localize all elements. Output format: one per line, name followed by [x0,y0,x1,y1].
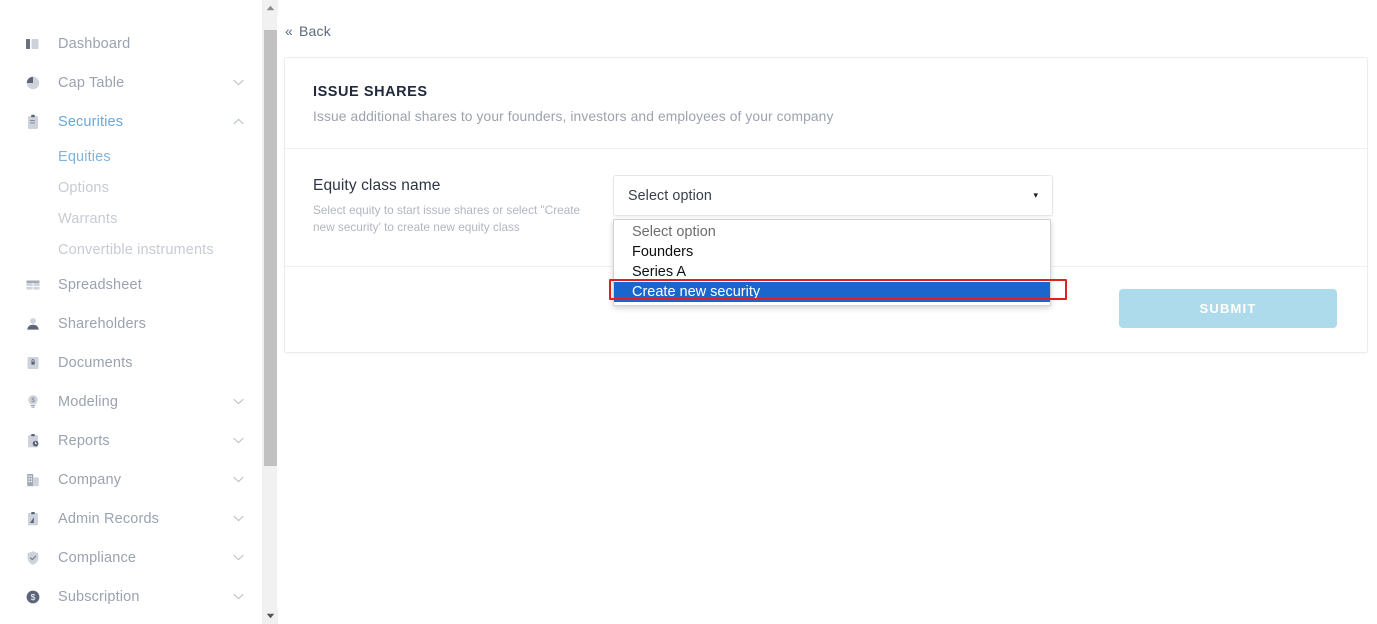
sidebar-item-compliance[interactable]: Compliance [0,538,262,577]
sidebar-item-label: Cap Table [58,74,125,91]
svg-text:$: $ [30,592,35,602]
double-chevron-left-icon: « [285,23,293,39]
chevron-down-icon[interactable] [232,513,244,525]
sidebar-item-label: Compliance [58,549,137,566]
sidebar-item-label: Securities [58,113,124,130]
equity-class-hint: Select equity to start issue shares or s… [313,203,581,234]
sidebar-item-spreadsheet[interactable]: Spreadsheet [0,265,262,304]
card-header-section: ISSUE SHARES Issue additional shares to … [285,58,1367,149]
main-content: « Back ISSUE SHARES Issue additional sha… [262,0,1377,624]
dropdown-option-founders[interactable]: Founders [614,242,1050,262]
clipboard-icon [24,113,41,130]
equity-class-label-group: Equity class name Select equity to start… [313,175,613,236]
user-icon [24,315,41,332]
sidebar-item-label: Modeling [58,393,119,410]
sidebar-item-company[interactable]: Company [0,460,262,499]
document-lock-icon [24,354,41,371]
sidebar-subitem-options[interactable]: Options [0,172,262,203]
issue-shares-card: ISSUE SHARES Issue additional shares to … [284,57,1368,353]
dashboard-icon [24,35,41,52]
dropdown-option-create-new-security[interactable]: Create new security [614,282,1050,302]
back-row: « Back [284,0,1377,40]
equity-class-control-group: Select option ▾ Select option Founders S… [609,175,1339,306]
equity-class-form-row: Equity class name Select equity to start… [285,149,1367,306]
chevron-down-icon[interactable] [232,396,244,408]
dropdown-option-series-a[interactable]: Series A [614,262,1050,282]
sidebar-item-label: Documents [58,354,133,371]
sidebar-item-modeling[interactable]: $ Modeling [0,382,262,421]
chevron-down-icon: ▾ [1033,190,1038,200]
sidebar-item-subscription[interactable]: $ Subscription [0,577,262,616]
chevron-down-icon[interactable] [232,474,244,486]
chevron-down-icon[interactable] [232,591,244,603]
back-button[interactable]: « Back [285,23,331,39]
sidebar-item-label: Dashboard [58,35,131,52]
sidebar-item-label: Subscription [58,588,140,605]
scroll-down-arrow-icon[interactable] [263,608,278,624]
chevron-down-icon[interactable] [232,435,244,447]
equity-class-select-value: Select option [628,187,712,204]
sidebar-item-shareholders[interactable]: Shareholders [0,304,262,343]
sidebar-item-label: Spreadsheet [58,276,142,293]
sidebar-subitem-convertible-instruments[interactable]: Convertible instruments [0,234,262,265]
chevron-down-icon[interactable] [232,552,244,564]
sidebar-subitem-equities[interactable]: Equities [0,141,262,172]
app-root: Dashboard Cap Table Securities Equities … [0,0,1377,624]
scrollbar-thumb[interactable] [264,30,277,466]
sidebar-item-label: Shareholders [58,315,147,332]
chevron-down-icon[interactable] [232,77,244,89]
submit-button[interactable]: SUBMIT [1119,288,1337,328]
page-subtitle: Issue additional shares to your founders… [313,109,834,124]
clipboard-clock-icon [24,432,41,449]
clipboard-arrow-icon [24,510,41,527]
sidebar-subitem-label: Equities [58,148,111,165]
sidebar-scrollbar[interactable] [262,0,278,624]
equity-class-select[interactable]: Select option ▾ [613,175,1053,216]
sidebar-item-cap-table[interactable]: Cap Table [0,63,262,102]
sidebar-item-securities[interactable]: Securities [0,102,262,141]
equity-class-dropdown-list[interactable]: Select option Founders Series A Create n… [609,219,1067,306]
sidebar-item-dashboard[interactable]: Dashboard [0,24,262,63]
page-title: ISSUE SHARES [313,84,428,100]
dollar-circle-icon: $ [24,588,41,605]
grid-icon [24,276,41,293]
sidebar-item-admin-records[interactable]: Admin Records [0,499,262,538]
sidebar: Dashboard Cap Table Securities Equities … [0,0,262,624]
pie-chart-icon [24,74,41,91]
sidebar-item-label: Admin Records [58,510,160,527]
dropdown-option-select-option[interactable]: Select option [614,222,1050,242]
chevron-up-icon[interactable] [232,116,244,128]
sidebar-subitem-label: Options [58,179,110,196]
lightbulb-dollar-icon: $ [24,393,41,410]
sidebar-subitem-label: Convertible instruments [58,241,214,258]
shield-check-icon [24,549,41,566]
sidebar-item-label: Company [58,471,122,488]
sidebar-item-documents[interactable]: Documents [0,343,262,382]
equity-class-label: Equity class name [313,177,441,194]
sidebar-subitem-label: Warrants [58,210,118,227]
back-label: Back [299,23,331,39]
scroll-up-arrow-icon[interactable] [263,0,278,16]
building-icon [24,471,41,488]
sidebar-item-reports[interactable]: Reports [0,421,262,460]
sidebar-subitem-warrants[interactable]: Warrants [0,203,262,234]
sidebar-item-label: Reports [58,432,110,449]
dropdown-option-create-new-security-wrap: Create new security [609,279,1067,302]
